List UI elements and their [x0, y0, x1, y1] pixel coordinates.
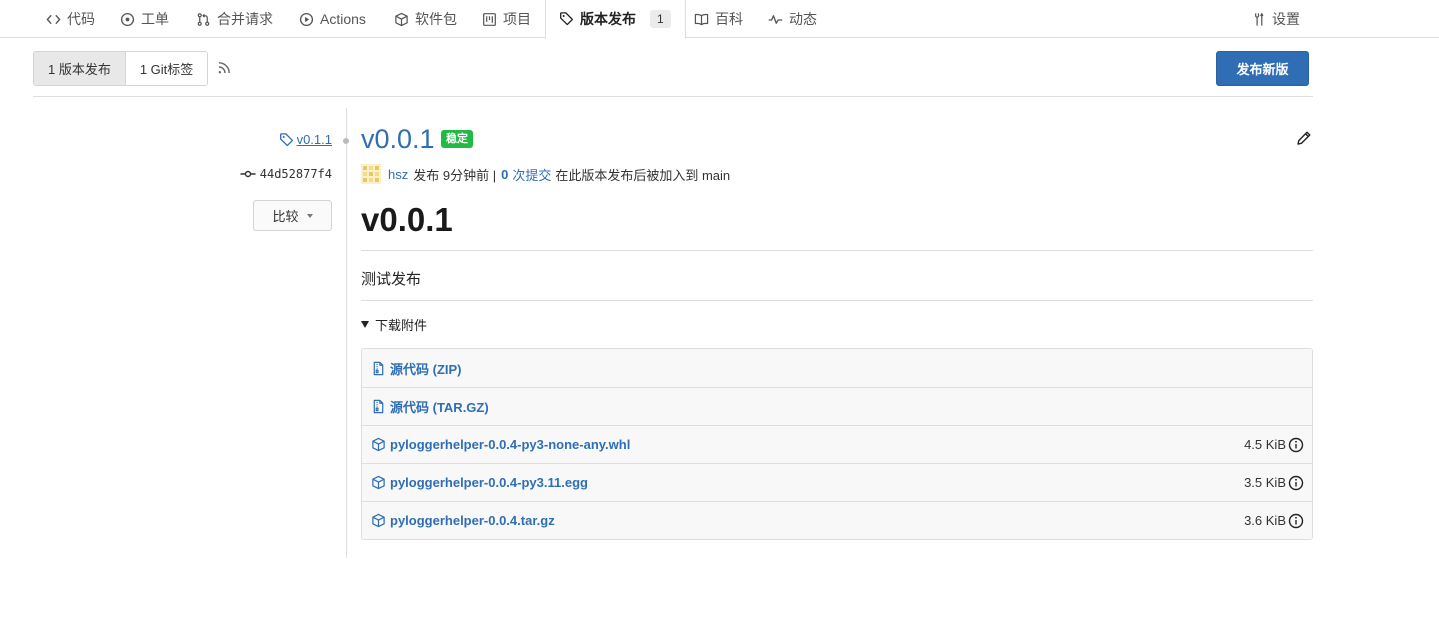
- repo-nav-tabs: 代码 工单 合并请求 Actions 软件包 项目 版本发布 1 百科 动态 设…: [0, 0, 1439, 39]
- file-zip-icon: [371, 399, 386, 414]
- asset-size: 3.5 KiB: [1244, 475, 1286, 490]
- tab-label: 项目: [503, 11, 531, 27]
- tab-label: Actions: [320, 11, 366, 27]
- commit-sha-label: 44d52877f4: [259, 167, 332, 181]
- timeline-dot: [343, 138, 349, 144]
- tab-label: 工单: [141, 11, 169, 27]
- tab-label: 动态: [789, 11, 817, 27]
- compare-dropdown[interactable]: 比较: [253, 200, 332, 231]
- tab-label: 软件包: [415, 11, 457, 27]
- tab-projects[interactable]: 项目: [482, 0, 531, 38]
- tab-actions[interactable]: Actions: [299, 0, 366, 38]
- tag-icon: [279, 132, 294, 147]
- asset-row: pyloggerhelper-0.0.4-py3.11.egg 3.5 KiB: [362, 463, 1312, 501]
- asset-link[interactable]: pyloggerhelper-0.0.4-py3.11.egg: [390, 475, 588, 490]
- package-icon: [371, 513, 386, 528]
- releases-count-button[interactable]: 1 版本发布: [34, 52, 125, 85]
- tab-packages[interactable]: 软件包: [394, 0, 457, 38]
- book-icon: [694, 12, 709, 27]
- code-icon: [46, 12, 61, 27]
- tab-label: 百科: [715, 11, 743, 27]
- compare-label: 比较: [272, 209, 299, 224]
- asset-row: 源代码 (TAR.GZ): [362, 387, 1312, 425]
- downloads-toggle[interactable]: 下载附件: [361, 315, 427, 334]
- release-notes-heading: v0.0.1: [361, 201, 453, 238]
- divider: [33, 96, 1313, 97]
- downloads-label: 下载附件: [375, 318, 428, 333]
- caret-down-icon: [306, 213, 313, 218]
- asset-link[interactable]: 源代码 (ZIP): [390, 359, 462, 378]
- tab-settings[interactable]: 设置: [1251, 0, 1300, 38]
- tab-pull-requests[interactable]: 合并请求: [196, 0, 273, 38]
- asset-link[interactable]: 源代码 (TAR.GZ): [390, 397, 489, 416]
- commits-after-text: 在此版本发布后被加入到 main: [555, 167, 731, 183]
- info-icon[interactable]: [1288, 513, 1304, 529]
- tab-releases[interactable]: 版本发布 1: [545, 0, 686, 39]
- issue-opened-icon: [120, 12, 135, 27]
- info-icon[interactable]: [1288, 475, 1304, 491]
- tab-issues[interactable]: 工单: [120, 0, 169, 38]
- asset-row: pyloggerhelper-0.0.4.tar.gz 3.6 KiB: [362, 501, 1312, 539]
- rss-icon[interactable]: [216, 60, 232, 76]
- new-release-button[interactable]: 发布新版: [1216, 51, 1309, 86]
- pulse-icon: [768, 12, 783, 27]
- package-icon: [371, 437, 386, 452]
- tab-activity[interactable]: 动态: [768, 0, 817, 38]
- asset-link[interactable]: pyloggerhelper-0.0.4.tar.gz: [390, 513, 555, 528]
- release-meta: hsz 发布 9分钟前 | 0 次提交 在此版本发布后被加入到 main: [361, 164, 730, 184]
- asset-size: 4.5 KiB: [1244, 437, 1286, 452]
- tab-label: 设置: [1272, 11, 1300, 27]
- divider: [361, 250, 1313, 251]
- timeline-line: [346, 108, 347, 558]
- release-tag-link[interactable]: v0.1.1: [279, 132, 332, 147]
- pencil-icon[interactable]: [1296, 130, 1312, 146]
- commit-sha-link[interactable]: 44d52877f4: [240, 167, 332, 181]
- avatar[interactable]: [361, 164, 381, 184]
- release-tag-switch: 1 版本发布 1 Git标签: [33, 51, 209, 86]
- tab-label: 版本发布: [580, 10, 636, 27]
- git-commit-icon: [240, 168, 256, 180]
- asset-link[interactable]: pyloggerhelper-0.0.4-py3-none-any.whl: [390, 437, 630, 452]
- divider: [361, 300, 1313, 301]
- assets-list: 源代码 (ZIP) 源代码 (TAR.GZ) pyloggerhelper-0.…: [361, 348, 1313, 540]
- stable-badge: 稳定: [441, 130, 473, 148]
- tab-code[interactable]: 代码: [46, 0, 95, 38]
- git-pull-request-icon: [196, 12, 211, 27]
- release-tag-label: v0.1.1: [296, 132, 332, 147]
- tab-label: 合并请求: [217, 11, 273, 27]
- package-icon: [371, 475, 386, 490]
- commits-label-link[interactable]: 次提交: [512, 165, 551, 184]
- tags-count-button[interactable]: 1 Git标签: [124, 52, 208, 85]
- info-icon[interactable]: [1288, 437, 1304, 453]
- asset-row: 源代码 (ZIP): [362, 349, 1312, 387]
- asset-row: pyloggerhelper-0.0.4-py3-none-any.whl 4.…: [362, 425, 1312, 463]
- triangle-down-icon: [361, 321, 369, 328]
- tools-icon: [1251, 12, 1266, 27]
- play-icon: [299, 12, 314, 27]
- releases-count-badge: 1: [650, 9, 671, 28]
- tag-icon: [559, 11, 574, 26]
- release-title-link[interactable]: v0.0.1: [361, 122, 435, 156]
- release-notes-body: 测试发布: [361, 271, 422, 288]
- tab-label: 代码: [67, 11, 95, 27]
- commits-count-link[interactable]: 0: [501, 167, 508, 182]
- tab-wiki[interactable]: 百科: [694, 0, 743, 38]
- project-icon: [482, 12, 497, 27]
- package-icon: [394, 12, 409, 27]
- file-zip-icon: [371, 361, 386, 376]
- author-link[interactable]: hsz: [388, 167, 408, 182]
- published-time: 发布 9分钟前 |: [413, 167, 497, 183]
- asset-size: 3.6 KiB: [1244, 513, 1286, 528]
